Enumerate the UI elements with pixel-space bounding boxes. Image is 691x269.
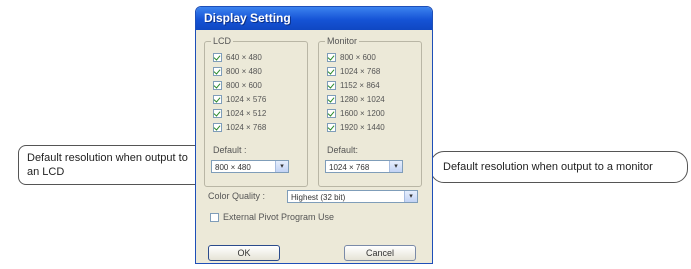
lcd-option[interactable]: 800 × 480 (213, 66, 262, 78)
callout-monitor-default: Default resolution when output to a moni… (430, 151, 688, 183)
lcd-default-value: 800 × 480 (215, 163, 251, 172)
checkbox-icon[interactable] (213, 53, 222, 63)
callout-lcd-default: Default resolution when output to an LCD (18, 145, 208, 185)
callout-monitor-text: Default resolution when output to a moni… (443, 161, 653, 173)
color-quality-value: Highest (32 bit) (291, 193, 346, 202)
checkbox-icon[interactable] (210, 213, 219, 223)
dropdown-arrow-icon[interactable]: ▾ (389, 161, 402, 172)
external-pivot-label: External Pivot Program Use (223, 212, 335, 222)
cancel-button[interactable]: Cancel (344, 245, 416, 261)
lcd-option[interactable]: 1024 × 512 (213, 108, 266, 120)
checkbox-icon[interactable] (327, 53, 336, 63)
monitor-option[interactable]: 1920 × 1440 (327, 122, 385, 134)
lcd-group-label: LCD (211, 36, 234, 46)
checkbox-icon[interactable] (213, 95, 222, 105)
monitor-default-value: 1024 × 768 (329, 163, 370, 172)
checkbox-icon[interactable] (213, 67, 222, 77)
checkbox-icon[interactable] (327, 123, 336, 133)
dialog-title: Display Setting (196, 7, 432, 30)
monitor-group: Monitor 800 × 600 1024 × 768 1152 × 864 … (318, 36, 422, 187)
monitor-option[interactable]: 1600 × 1200 (327, 108, 385, 120)
checkbox-icon[interactable] (213, 123, 222, 133)
monitor-group-label: Monitor (325, 36, 360, 46)
lcd-option[interactable]: 1024 × 576 (213, 94, 266, 106)
monitor-default-select[interactable]: 1024 × 768 ▾ (325, 160, 403, 173)
dropdown-arrow-icon[interactable]: ▾ (275, 161, 288, 172)
checkbox-icon[interactable] (327, 81, 336, 91)
checkbox-icon[interactable] (327, 67, 336, 77)
checkbox-icon[interactable] (213, 109, 222, 119)
monitor-default-label: Default: (327, 145, 359, 155)
monitor-option[interactable]: 1024 × 768 (327, 66, 380, 78)
checkbox-icon[interactable] (327, 95, 336, 105)
display-setting-dialog: Display Setting LCD 640 × 480 800 × 480 … (195, 6, 433, 264)
ok-button[interactable]: OK (208, 245, 280, 261)
lcd-group: LCD 640 × 480 800 × 480 800 × 600 1024 ×… (204, 36, 308, 187)
lcd-option[interactable]: 800 × 600 (213, 80, 262, 92)
monitor-option[interactable]: 800 × 600 (327, 52, 376, 64)
dialog-body: LCD 640 × 480 800 × 480 800 × 600 1024 ×… (196, 30, 432, 263)
color-quality-label: Color Quality : (208, 191, 266, 201)
checkbox-icon[interactable] (213, 81, 222, 91)
checkbox-icon[interactable] (327, 109, 336, 119)
callout-lcd-text: Default resolution when output to an LCD (27, 152, 188, 178)
lcd-option[interactable]: 1024 × 768 (213, 122, 266, 134)
color-quality-select[interactable]: Highest (32 bit) ▾ (287, 190, 418, 203)
dropdown-arrow-icon[interactable]: ▾ (404, 191, 417, 202)
lcd-default-select[interactable]: 800 × 480 ▾ (211, 160, 289, 173)
lcd-option[interactable]: 640 × 480 (213, 52, 262, 64)
monitor-option[interactable]: 1280 × 1024 (327, 94, 385, 106)
lcd-default-label: Default : (213, 145, 247, 155)
monitor-option[interactable]: 1152 × 864 (327, 80, 380, 92)
external-pivot-checkbox-row[interactable]: External Pivot Program Use (210, 211, 334, 223)
